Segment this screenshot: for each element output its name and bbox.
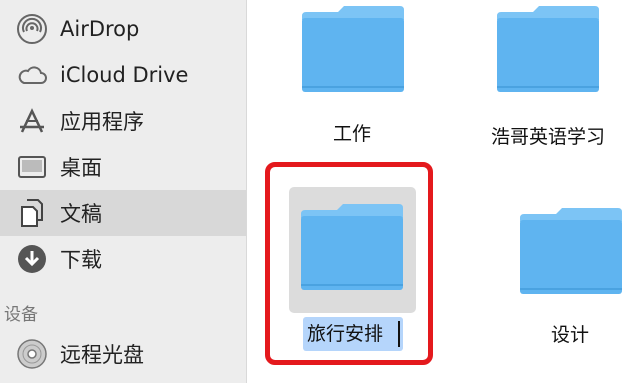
downloads-icon (16, 243, 48, 275)
sidebar-item-documents[interactable]: 文稿 (0, 190, 246, 236)
sidebar-item-icloud-drive[interactable]: iCloud Drive (0, 52, 246, 98)
icloud-icon (16, 59, 48, 91)
applications-icon (16, 105, 48, 137)
sidebar-item-label: iCloud Drive (60, 63, 189, 87)
sidebar-item-label: 远程光盘 (60, 343, 144, 367)
highlight-annotation-box (265, 162, 433, 365)
folder-name: 浩哥英语学习 (490, 126, 606, 148)
sidebar-item-label: 应用程序 (60, 110, 144, 134)
folder-icon (518, 208, 624, 300)
folder-icon (495, 6, 601, 98)
sidebar-item-label: 下载 (60, 248, 102, 272)
sidebar-item-label: AirDrop (60, 17, 140, 41)
remote-disc-icon (16, 338, 48, 370)
sidebar-item-label: 文稿 (60, 202, 102, 226)
desktop-icon (16, 151, 48, 183)
folder-name: 工作 (332, 123, 372, 145)
devices-section-header: 设备 (4, 305, 38, 325)
sidebar-item-desktop[interactable]: 桌面 (0, 144, 246, 190)
sidebar-item-label: 桌面 (60, 156, 102, 180)
folder-name: 设计 (550, 324, 590, 346)
sidebar-item-applications[interactable]: 应用程序 (0, 98, 246, 144)
folder-icon (300, 6, 406, 98)
sidebar-item-remote-disc[interactable]: 远程光盘 (0, 331, 246, 377)
sidebar-item-downloads[interactable]: 下载 (0, 236, 246, 282)
sidebar: AirDrop iCloud Drive 应用程序 桌面 文稿 下载 设备 远程… (0, 0, 247, 383)
sidebar-item-airdrop[interactable]: AirDrop (0, 6, 246, 52)
airdrop-icon (16, 13, 48, 45)
documents-icon (16, 197, 48, 229)
